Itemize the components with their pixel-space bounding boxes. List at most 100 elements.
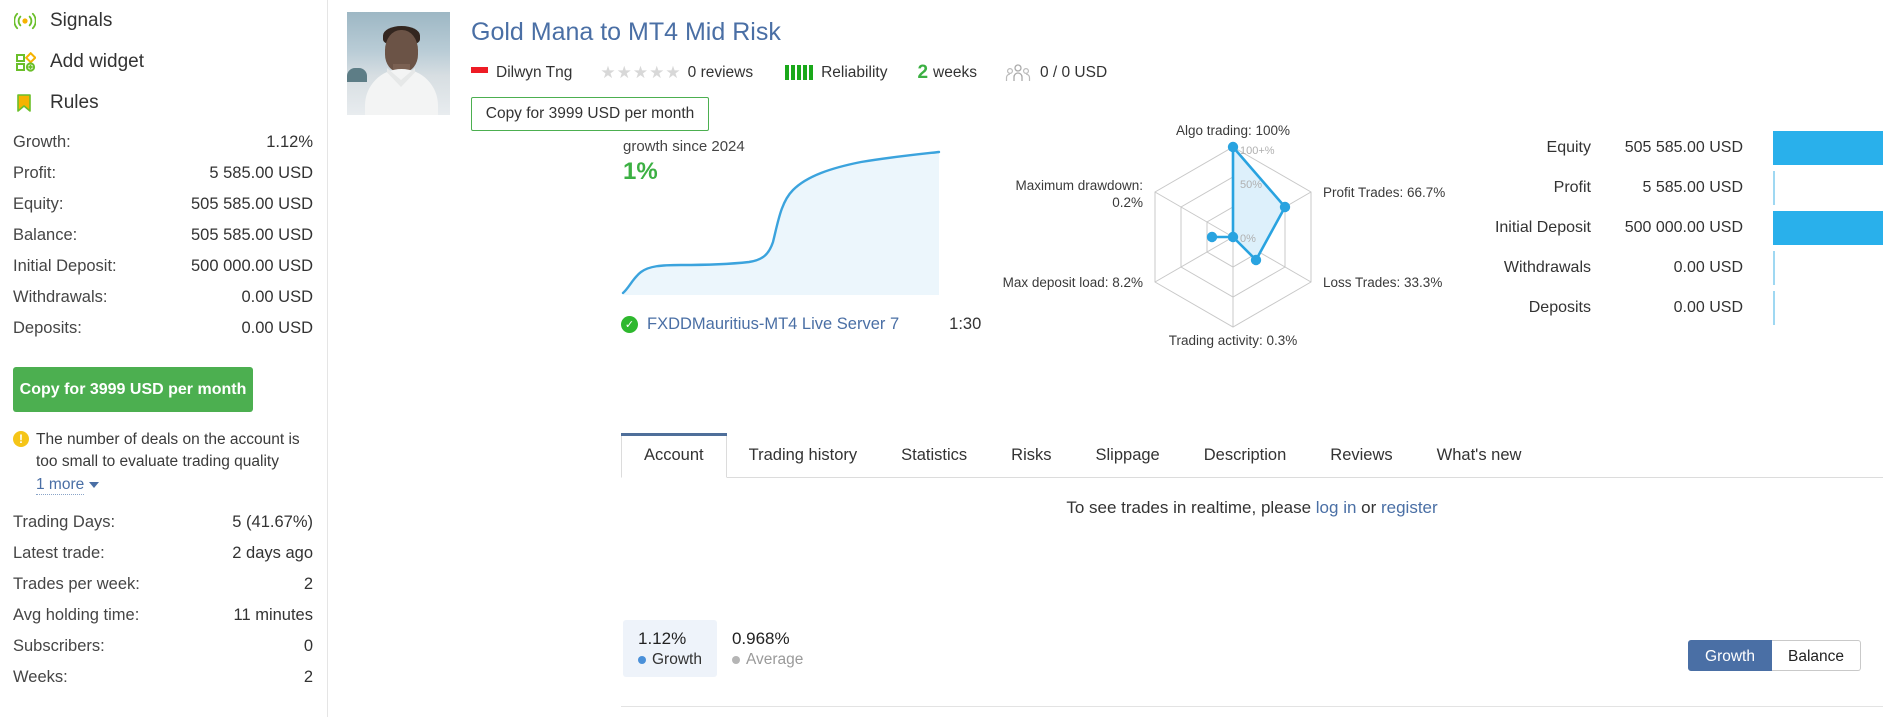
warning-text: The number of deals on the account is to… [36,429,311,474]
broker-server-name[interactable]: FXDDMauritius-MT4 Live Server 7 [647,315,899,334]
stat-label: Initial Deposit: [13,257,117,276]
verified-check-icon: ✓ [621,316,638,333]
stat-value: 1.12% [266,133,313,152]
stat-row: Withdrawals: 0.00 USD [0,288,327,319]
tab-label: Trading history [749,446,858,465]
funds-value: 5 585.00 USD [1603,179,1743,197]
stat-label: Balance: [13,226,77,245]
stat-value: 2 days ago [232,544,313,563]
section-tabs: Account Trading history Statistics Risks… [621,433,1883,478]
avatar [347,12,450,115]
author-name[interactable]: Dilwyn Tng [496,64,572,82]
rating-stars[interactable]: ★ ★ ★ ★ ★ [600,64,680,81]
stat-label: Deposits: [13,319,82,338]
stat-value: 0.00 USD [241,319,313,338]
stat-label: Trading Days: [13,513,115,532]
funds-value: 0.00 USD [1603,259,1743,277]
tab-label: Statistics [901,446,967,465]
funds-label: Profit [1458,179,1603,197]
legend-label: Growth [652,651,702,669]
add-widget-icon [13,50,37,74]
funds-row: Withdrawals 0.00 USD [1458,248,1883,288]
funds-bar-track [1773,128,1883,168]
tab-trading-history[interactable]: Trading history [727,433,880,477]
rules-flag-icon [13,91,37,115]
radar-ring-label-100: 100+% [1240,145,1275,157]
radar-axis-label-max-drawdown: Maximum drawdown: [1015,178,1143,193]
funds-value: 505 585.00 USD [1603,139,1743,157]
tab-statistics[interactable]: Statistics [879,433,989,477]
legend-name: Average [732,651,803,669]
funds-value: 0.00 USD [1603,299,1743,317]
tab-label: Description [1204,446,1287,465]
reviews-count: 0 reviews [688,64,753,82]
register-link[interactable]: register [1381,498,1438,517]
tab-reviews[interactable]: Reviews [1308,433,1414,477]
toggle-balance-button[interactable]: Balance [1772,640,1861,671]
radar-axis-label-loss-trades: Loss Trades: 33.3% [1323,275,1442,290]
sidebar-item-signals[interactable]: Signals [0,0,327,41]
radar-axis-label-max-drawdown-value: 0.2% [1112,195,1143,210]
funds-label: Withdrawals [1458,259,1603,277]
legend-item-growth[interactable]: 1.12% Growth [623,620,717,677]
stat-value: 5 (41.67%) [232,513,313,532]
stat-row: Trades per week: 2 [0,575,327,606]
copy-subscription-button-sidebar[interactable]: Copy for 3999 USD per month [13,367,253,412]
sidebar-item-rules[interactable]: Rules [0,82,327,123]
stat-row: Growth: 1.12% [0,133,327,164]
stat-value: 505 585.00 USD [191,226,313,245]
stat-row: Avg holding time: 11 minutes [0,606,327,637]
star-icon: ★ [665,64,680,81]
radar-axis-label-max-deposit-load: Max deposit load: 8.2% [1003,275,1143,290]
star-icon: ★ [649,64,664,81]
legend-value: 0.968% [732,629,803,649]
stat-value: 0.00 USD [241,288,313,307]
funds-row: Initial Deposit 500 000.00 USD [1458,208,1883,248]
sidebar-item-add-widget[interactable]: Add widget [0,41,327,82]
chart-mode-toggle: Growth Balance [1688,640,1861,671]
chevron-down-icon[interactable] [89,482,99,488]
quality-warning: ! The number of deals on the account is … [0,412,327,495]
age-number: 2 [917,62,928,84]
funds-row: Profit 5 585.00 USD [1458,168,1883,208]
stat-row: Equity: 505 585.00 USD [0,195,327,226]
growth-percent: 1% [623,158,943,186]
sidebar-item-label: Rules [50,92,99,114]
tab-risks[interactable]: Risks [989,433,1073,477]
stat-row: Deposits: 0.00 USD [0,319,327,350]
legend-dot-icon [732,656,740,664]
warning-icon: ! [13,431,29,447]
legend-dot-icon [638,656,646,664]
funds-label: Equity [1458,139,1603,157]
star-icon: ★ [600,64,615,81]
subscribers-value: 0 / 0 USD [1040,64,1107,82]
legend-item-average[interactable]: 0.968% Average [717,620,818,677]
stat-row: Initial Deposit: 500 000.00 USD [0,257,327,288]
tab-account[interactable]: Account [621,433,727,478]
stat-label: Weeks: [13,668,68,687]
signal-page: Signals Add widget Rules [0,0,1883,717]
tab-label: What's new [1437,446,1522,465]
toggle-growth-button[interactable]: Growth [1688,640,1772,671]
tab-whats-new[interactable]: What's new [1415,433,1544,477]
stat-label: Trades per week: [13,575,140,594]
funds-bar-track [1773,208,1883,248]
copy-subscription-button-header[interactable]: Copy for 3999 USD per month [471,97,709,131]
funds-row: Deposits 0.00 USD [1458,288,1883,328]
country-flag-icon [471,67,488,78]
signal-waves-icon [13,9,37,33]
funds-bar-track [1773,168,1883,208]
page-title[interactable]: Gold Mana to MT4 Mid Risk [471,18,1107,47]
show-more-warnings-link[interactable]: 1 more [36,476,84,495]
stat-value: 0 [304,637,313,656]
login-link[interactable]: log in [1316,498,1357,517]
tab-slippage[interactable]: Slippage [1074,433,1182,477]
radar-axis-label-profit-trades: Profit Trades: 66.7% [1323,185,1445,200]
reliability-bars-icon [785,65,813,80]
tab-description[interactable]: Description [1182,433,1309,477]
sidebar-item-label: Signals [50,10,112,32]
stat-row: Subscribers: 0 [0,637,327,668]
signal-meta: Dilwyn Tng ★ ★ ★ ★ ★ 0 reviews Reliabili… [471,62,1107,84]
legend-label: Average [746,651,803,669]
main-content: Gold Mana to MT4 Mid Risk Dilwyn Tng ★ ★… [328,0,1883,717]
